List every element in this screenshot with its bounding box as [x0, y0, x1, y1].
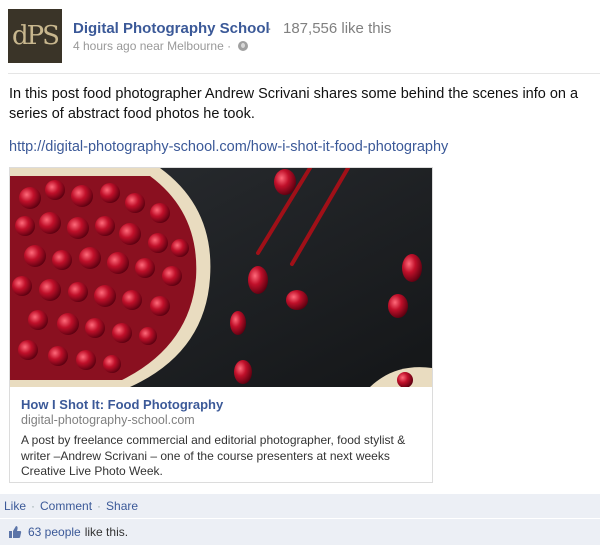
- logo-text: dPS: [12, 21, 60, 51]
- separator: ·: [267, 20, 272, 37]
- comment-link[interactable]: Comment: [40, 499, 92, 513]
- attachment-description: A post by freelance commercial and edito…: [21, 433, 406, 478]
- timestamp-link[interactable]: 4 hours ago near Melbourne ·: [73, 39, 231, 53]
- likers-link[interactable]: 63 people: [28, 525, 81, 539]
- separator: ·: [31, 499, 36, 513]
- attachment-title-link[interactable]: How I Shot It: Food Photography: [21, 397, 223, 412]
- divider: [8, 73, 600, 74]
- likes-summary-text: like this.: [84, 525, 129, 539]
- post-header: dPS Digital Photography School · 187,556…: [8, 9, 593, 63]
- attachment-photo[interactable]: [10, 168, 432, 387]
- pomegranate-image: [10, 168, 432, 387]
- page-name-link[interactable]: Digital Photography School: [73, 20, 270, 37]
- post-body: In this post food photographer Andrew Sc…: [9, 86, 579, 122]
- post-actions: Like · Comment · Share: [0, 494, 600, 518]
- likes-summary: 63 people like this.: [0, 519, 600, 545]
- attachment-domain: digital-photography-school.com: [21, 413, 195, 427]
- post-meta: 4 hours ago near Melbourne ·: [73, 39, 249, 53]
- thumbs-up-icon: [9, 526, 22, 538]
- like-link[interactable]: Like: [4, 499, 26, 513]
- page-like-count: 187,556 like this: [283, 20, 392, 37]
- globe-icon[interactable]: [238, 41, 249, 51]
- page-avatar[interactable]: dPS: [8, 9, 62, 63]
- link-attachment[interactable]: How I Shot It: Food Photography digital-…: [9, 167, 433, 483]
- separator: ·: [97, 499, 102, 513]
- post-url-link[interactable]: http://digital-photography-school.com/ho…: [9, 139, 448, 155]
- share-link[interactable]: Share: [106, 499, 138, 513]
